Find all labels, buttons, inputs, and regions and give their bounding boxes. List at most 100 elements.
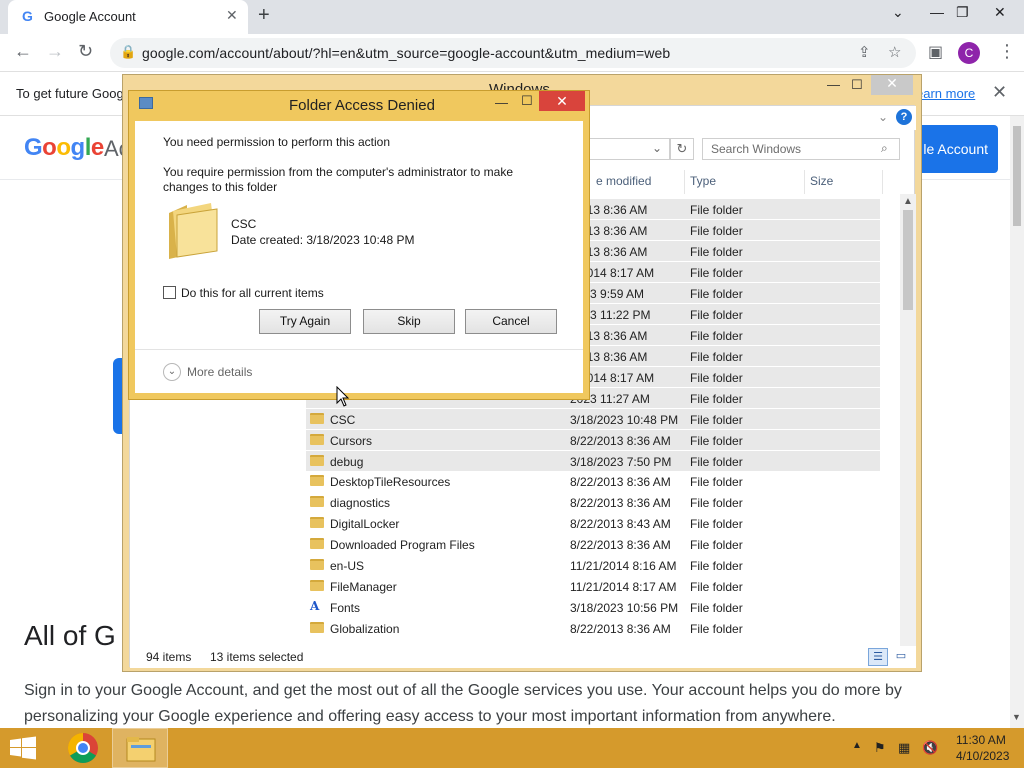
mouse-cursor-icon	[336, 386, 350, 407]
file-name[interactable]: Fonts	[330, 601, 360, 615]
maximize-icon[interactable]: ☐	[521, 93, 533, 109]
file-row[interactable]: DesktopTileResources 8/22/2013 8:36 AM Fil…	[306, 471, 882, 492]
search-input[interactable]: Search Windows ⌕	[702, 138, 900, 160]
clock-date[interactable]: 4/10/2023	[956, 749, 1009, 763]
chevron-down-icon[interactable]: ⌄	[652, 141, 662, 155]
file-row[interactable]: Globalization 8/22/2013 8:36 AM File folde…	[306, 618, 882, 639]
share-icon[interactable]: ⇪	[858, 43, 871, 61]
close-icon[interactable]: ✕	[871, 75, 913, 95]
file-type: File folder	[690, 517, 743, 531]
column-date-modified[interactable]: e modified	[596, 174, 651, 194]
file-name[interactable]: DesktopTileResources	[330, 475, 450, 489]
folder-icon	[169, 203, 218, 259]
folder-icon	[310, 496, 324, 507]
chrome-taskbar-icon[interactable]	[58, 728, 108, 768]
dialog-detail: You require permission from the computer…	[163, 165, 513, 194]
file-name[interactable]: Globalization	[330, 622, 399, 636]
show-hidden-icons-icon[interactable]: ▲	[852, 740, 862, 751]
google-logo[interactable]: Google	[24, 134, 104, 162]
chevron-down-icon[interactable]: ⌄	[892, 4, 904, 21]
minimize-icon[interactable]: —	[930, 4, 944, 20]
refresh-icon[interactable]: ↻	[670, 138, 694, 160]
details-view-icon[interactable]: ☰	[868, 648, 888, 666]
file-row[interactable]: A Fonts 3/18/2023 10:56 PM File folder	[306, 597, 882, 618]
folder-icon	[310, 517, 324, 528]
network-icon[interactable]: ▦	[898, 740, 910, 756]
file-name[interactable]: diagnostics	[330, 496, 390, 510]
file-row[interactable]: en-US 11/21/2014 8:16 AM File folder	[306, 555, 882, 576]
page-scrollbar[interactable]: ▼	[1010, 116, 1024, 728]
file-row[interactable]: Cursors 8/22/2013 8:36 AM File folder	[306, 429, 880, 450]
expand-ribbon-icon[interactable]: ⌄	[878, 110, 888, 124]
apply-all-label[interactable]: Do this for all current items	[181, 286, 324, 300]
apply-all-checkbox[interactable]	[163, 286, 176, 299]
back-icon[interactable]: ←	[14, 41, 32, 62]
avatar[interactable]: C	[958, 42, 980, 64]
dialog-app-icon	[139, 97, 153, 109]
cancel-button[interactable]: Cancel	[465, 309, 557, 334]
menu-kebab-icon[interactable]: ⋮	[998, 41, 1016, 62]
restore-icon[interactable]: ❐	[956, 4, 969, 21]
dialog-title: Folder Access Denied	[289, 97, 435, 114]
search-icon[interactable]: ⌕	[881, 141, 888, 156]
file-row[interactable]: diagnostics 8/22/2013 8:36 AM File folder	[306, 492, 882, 513]
column-type[interactable]: Type	[690, 174, 716, 194]
help-icon[interactable]: ?	[896, 109, 912, 125]
close-tab-icon[interactable]: ✕	[226, 7, 238, 24]
file-type: File folder	[690, 601, 743, 615]
explorer-taskbar-button[interactable]	[112, 728, 168, 768]
close-banner-icon[interactable]: ✕	[992, 82, 1007, 103]
file-row[interactable]: CSC 3/18/2023 10:48 PM File folder	[306, 408, 880, 429]
column-size[interactable]: Size	[810, 174, 833, 194]
go-to-account-button[interactable]: le Account	[912, 125, 998, 173]
file-name[interactable]: en-US	[330, 559, 364, 573]
dialog-body: You need permission to perform this acti…	[135, 121, 583, 393]
column-divider[interactable]	[804, 170, 805, 194]
close-icon[interactable]: ✕	[539, 91, 585, 111]
minimize-icon[interactable]: —	[827, 77, 840, 92]
skip-button[interactable]: Skip	[363, 309, 455, 334]
file-type: File folder	[690, 580, 743, 594]
address-bar[interactable]: 🔒 google.com/account/about/?hl=en&utm_so…	[110, 38, 916, 68]
file-name[interactable]: FileManager	[330, 580, 397, 594]
new-tab-button[interactable]: +	[258, 4, 270, 27]
large-icons-view-icon[interactable]: ▭	[892, 648, 910, 666]
file-type: File folder	[690, 392, 743, 406]
file-row[interactable]: DigitalLocker 8/22/2013 8:43 AM File folde…	[306, 513, 882, 534]
file-row[interactable]: FileManager 11/21/2014 8:17 AM File folder	[306, 576, 882, 597]
bookmark-star-icon[interactable]: ☆	[888, 43, 901, 61]
file-row[interactable]: Downloaded Program Files 8/22/2013 8:36 A…	[306, 534, 882, 555]
forward-icon[interactable]: →	[46, 41, 64, 62]
scroll-down-icon[interactable]: ▼	[1012, 712, 1021, 722]
reload-icon[interactable]: ↻	[78, 41, 93, 62]
page-scroll-thumb[interactable]	[1013, 126, 1021, 226]
file-name[interactable]: DigitalLocker	[330, 517, 399, 531]
try-again-button[interactable]: Try Again	[259, 309, 351, 334]
file-list-scrollbar[interactable]: ▲ ▼	[900, 194, 916, 658]
file-name[interactable]: Downloaded Program Files	[330, 538, 475, 552]
file-name[interactable]: Cursors	[330, 434, 372, 448]
chevron-down-icon[interactable]: ⌄	[163, 363, 181, 381]
file-name[interactable]: CSC	[330, 413, 355, 427]
learn-more-link[interactable]: earn more	[916, 86, 975, 101]
minimize-icon[interactable]: —	[495, 95, 508, 110]
clock-time[interactable]: 11:30 AM	[956, 733, 1006, 747]
column-divider[interactable]	[684, 170, 685, 194]
maximize-icon[interactable]: ☐	[851, 77, 863, 93]
scroll-up-icon[interactable]: ▲	[903, 196, 913, 207]
column-divider[interactable]	[882, 170, 883, 194]
sidepanel-icon[interactable]: ▣	[928, 42, 943, 62]
windows-start-icon[interactable]	[8, 736, 38, 760]
url-text[interactable]: google.com/account/about/?hl=en&utm_sour…	[142, 45, 670, 61]
action-center-flag-icon[interactable]: ⚑	[874, 740, 886, 756]
file-name[interactable]: debug	[330, 455, 363, 469]
close-window-icon[interactable]: ✕	[994, 4, 1006, 21]
more-details-link[interactable]: More details	[187, 365, 252, 379]
dialog-titlebar[interactable]: Folder Access Denied — ☐ ✕	[129, 91, 589, 119]
volume-muted-icon[interactable]: 🔇	[922, 740, 938, 756]
folder-name: CSC	[231, 217, 257, 231]
file-row[interactable]: debug 3/18/2023 7:50 PM File folder	[306, 450, 880, 471]
browser-tab[interactable]: G Google Account ✕	[8, 0, 248, 34]
scroll-thumb[interactable]	[903, 210, 913, 310]
file-type: File folder	[690, 203, 743, 217]
